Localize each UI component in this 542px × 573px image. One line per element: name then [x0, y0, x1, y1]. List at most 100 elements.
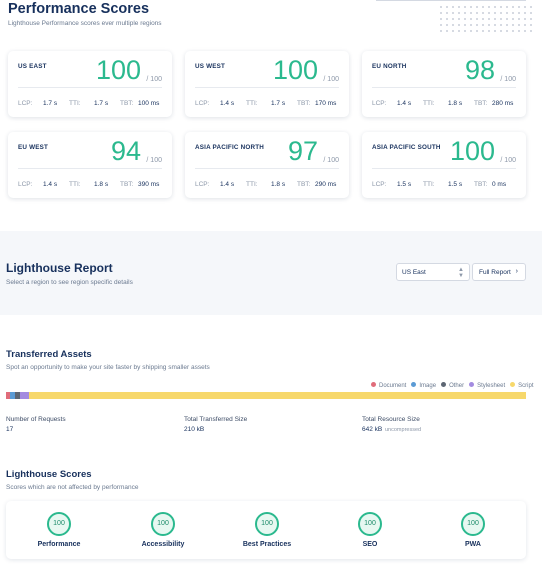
lcp-label: LCP:: [195, 100, 210, 107]
region-select[interactable]: US East ▲ ▼: [396, 263, 470, 281]
requests-value: 17: [6, 426, 14, 433]
resource-size-value: 642 kB: [362, 426, 383, 433]
card-divider: [18, 87, 162, 88]
score-denominator: / 100: [323, 157, 339, 164]
region-score: 97: [287, 136, 318, 166]
tti-value: 1.8 s: [271, 181, 286, 188]
score-denominator: / 100: [146, 157, 162, 164]
scores-panel: 100 Performance 100 Accessibility 100 Be…: [6, 501, 526, 559]
other-dot-icon: [441, 382, 447, 387]
lcp-label: LCP:: [372, 181, 387, 188]
tti-label: TTI:: [69, 100, 81, 107]
tbt-value: 290 ms: [315, 181, 337, 188]
tbt-label: TBT:: [120, 100, 134, 107]
legend-item-stylesheet: Stylesheet: [469, 382, 505, 389]
score-denominator: / 100: [323, 76, 339, 83]
region-card[interactable]: ASIA PACIFIC NORTH 97 / 100 LCP: 1.4 s T…: [185, 132, 349, 198]
transfer-size-value: 210 kB: [184, 426, 205, 433]
region-card[interactable]: US WEST 100 / 100 LCP: 1.4 s TTI: 1.7 s …: [185, 51, 349, 117]
tbt-label: TBT:: [474, 100, 488, 107]
score-denominator: / 100: [146, 76, 162, 83]
requests-label: Number of Requests: [6, 416, 66, 423]
transfer-size-label: Total Transferred Size: [184, 416, 248, 423]
region-name: ASIA PACIFIC SOUTH: [372, 144, 441, 151]
region-card[interactable]: EU WEST 94 / 100 LCP: 1.4 s TTI: 1.8 s T…: [8, 132, 172, 198]
tbt-value: 390 ms: [138, 181, 160, 188]
region-score: 100: [449, 136, 495, 166]
card-divider: [195, 87, 339, 88]
asset-bar-segment-script: [29, 392, 526, 399]
tti-label: TTI:: [246, 181, 258, 188]
asset-legend: Document Image Other Stylesheet Script: [371, 382, 534, 389]
chevron-right-icon: ›: [515, 268, 518, 275]
asset-breakdown-bar: [6, 392, 526, 399]
report-title: Lighthouse Report: [6, 261, 113, 275]
page-title: Performance Scores: [8, 1, 150, 17]
legend-item-image: Image: [411, 382, 436, 389]
legend-item-other: Other: [441, 382, 464, 389]
performance-score-gauge: 100: [47, 512, 71, 536]
tti-label: TTI:: [246, 100, 258, 107]
lcp-value: 1.4 s: [220, 100, 235, 107]
asset-bar-segment-stylesheet: [20, 392, 30, 399]
tbt-value: 100 ms: [138, 100, 160, 107]
tti-value: 1.7 s: [271, 100, 286, 107]
region-score: 100: [95, 55, 141, 85]
assets-title: Transferred Assets: [6, 349, 92, 360]
accessibility-score-label: Accessibility: [141, 541, 185, 548]
tti-label: TTI:: [69, 181, 81, 188]
lcp-label: LCP:: [18, 181, 33, 188]
legend-item-script: Script: [510, 382, 534, 389]
region-score: 100: [272, 55, 318, 85]
tbt-value: 0 ms: [492, 181, 507, 188]
tti-value: 1.5 s: [448, 181, 463, 188]
accessibility-score-gauge: 100: [151, 512, 175, 536]
tbt-label: TBT:: [297, 100, 311, 107]
page-subtitle: Lighthouse Performance scores ever multi…: [8, 20, 162, 27]
tbt-value: 280 ms: [492, 100, 514, 107]
seo-score-gauge: 100: [358, 512, 382, 536]
region-score: 98: [464, 55, 495, 85]
tti-value: 1.7 s: [94, 100, 109, 107]
region-score: 94: [110, 136, 141, 166]
region-name: EU WEST: [18, 144, 49, 151]
tti-label: TTI:: [423, 181, 435, 188]
pwa-score-label: PWA: [465, 541, 481, 548]
lcp-value: 1.5 s: [397, 181, 412, 188]
performance-score-label: Performance: [37, 541, 81, 548]
tti-value: 1.8 s: [94, 181, 109, 188]
best-practices-score-label: Best Practices: [242, 541, 292, 548]
tbt-label: TBT:: [120, 181, 134, 188]
lcp-value: 1.4 s: [220, 181, 235, 188]
region-name: EU NORTH: [372, 63, 407, 70]
script-dot-icon: [510, 382, 516, 387]
region-select-value: US East: [402, 269, 426, 276]
score-denominator: / 100: [500, 76, 516, 83]
score-denominator: / 100: [500, 157, 516, 164]
tti-label: TTI:: [423, 100, 435, 107]
tbt-value: 170 ms: [315, 100, 337, 107]
resource-size-note: uncompressed: [385, 427, 422, 433]
stylesheet-dot-icon: [469, 382, 475, 387]
document-dot-icon: [371, 382, 376, 387]
full-report-button[interactable]: Full Report ›: [472, 263, 526, 281]
legend-item-document: Document: [371, 382, 406, 389]
tti-value: 1.8 s: [448, 100, 463, 107]
lcp-label: LCP:: [195, 181, 210, 188]
region-card[interactable]: EU NORTH 98 / 100 LCP: 1.4 s TTI: 1.8 s …: [362, 51, 526, 117]
region-card[interactable]: ASIA PACIFIC SOUTH 100 / 100 LCP: 1.5 s …: [362, 132, 526, 198]
assets-subtitle: Spot an opportunity to make your site fa…: [6, 364, 210, 371]
region-name: US EAST: [18, 63, 47, 70]
resource-size-label: Total Resource Size: [362, 416, 420, 423]
tbt-label: TBT:: [297, 181, 311, 188]
region-name: ASIA PACIFIC NORTH: [195, 144, 265, 151]
card-divider: [372, 87, 516, 88]
report-subtitle: Select a region to see region specific d…: [6, 279, 133, 286]
lcp-value: 1.4 s: [43, 181, 58, 188]
updown-chevron-icon: ▲ ▼: [458, 267, 464, 279]
dot-pattern-decoration: [438, 4, 534, 32]
region-card[interactable]: US EAST 100 / 100 LCP: 1.7 s TTI: 1.7 s …: [8, 51, 172, 117]
region-name: US WEST: [195, 63, 226, 70]
lcp-value: 1.4 s: [397, 100, 412, 107]
card-divider: [372, 168, 516, 169]
